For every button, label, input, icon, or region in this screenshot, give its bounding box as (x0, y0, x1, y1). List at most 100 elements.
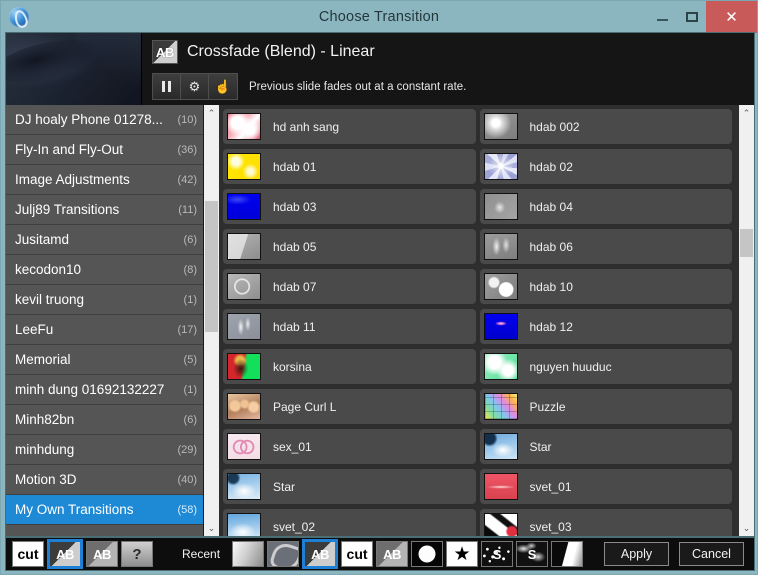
transition-item-inner[interactable]: hdab 03 (223, 189, 476, 224)
transition-label: svet_02 (273, 519, 316, 534)
category-count: (42) (177, 173, 197, 186)
transition-type-group: cut AB AB? (12, 539, 156, 569)
transition-item[interactable]: hdab 11 (223, 309, 480, 349)
grey-ribbon-thumbnail (227, 313, 261, 340)
transition-item-inner[interactable]: Star (223, 469, 476, 504)
toolbar-fade-button[interactable]: AB (86, 541, 118, 567)
toolbar-help-button[interactable]: ? (121, 541, 153, 567)
scrollbar-thumb[interactable] (740, 228, 753, 257)
category-item[interactable]: kecodon10 (8) (6, 255, 203, 285)
transition-label: Star (273, 479, 296, 494)
transition-item-inner[interactable]: hdab 01 (223, 149, 476, 184)
transition-item-inner[interactable]: hdab 02 (479, 149, 732, 184)
transition-item-inner[interactable]: hdab 10 (479, 269, 732, 304)
category-item[interactable]: My Own Transitions (58) (6, 495, 203, 525)
recent-gradient-button[interactable] (232, 541, 265, 567)
close-icon[interactable]: ✕ (706, 1, 757, 33)
recent-crossfade-button[interactable]: AB (302, 539, 339, 569)
transition-item[interactable]: hdab 02 (479, 149, 737, 189)
transition-item-inner[interactable]: hdab 04 (479, 189, 732, 224)
transition-item[interactable]: sex_01 (223, 429, 480, 469)
category-item[interactable]: LeeFu (17) (6, 315, 203, 345)
scroll-up-icon[interactable]: ⌃ (739, 105, 754, 121)
recent-fade-button[interactable]: AB (376, 541, 409, 567)
category-item[interactable]: minh dung 01692132227 (1) (6, 375, 203, 405)
transition-item-inner[interactable]: hd anh sang (223, 109, 476, 144)
transition-item-inner[interactable]: Page Curl L (223, 389, 476, 424)
category-item[interactable]: Minh82bn (6) (6, 405, 203, 435)
category-item[interactable]: Jusitamd (6) (6, 225, 203, 255)
transition-item-inner[interactable]: hdab 11 (223, 309, 476, 344)
transition-item[interactable]: hdab 03 (223, 189, 480, 229)
recent-blob-s-button[interactable]: S (516, 541, 549, 567)
transition-item-inner[interactable]: svet_02 (223, 509, 476, 536)
transition-item[interactable]: Puzzle (479, 389, 737, 429)
transition-item-inner[interactable]: hdab 07 (223, 269, 476, 304)
scroll-down-icon[interactable]: ⌄ (204, 520, 219, 536)
settings-gear-button[interactable]: ⚙ (181, 74, 209, 99)
transition-item[interactable]: hdab 01 (223, 149, 480, 189)
transition-item-inner[interactable]: hdab 06 (479, 229, 732, 264)
transition-item[interactable]: Page Curl L (223, 389, 480, 429)
category-item[interactable]: kevil truong (1) (6, 285, 203, 315)
recent-swirl-button[interactable] (267, 541, 300, 567)
toolbar-cut-button[interactable]: cut (12, 541, 44, 567)
category-list[interactable]: DJ hoaly Phone 01278... (10) Fly-In and Fl… (6, 105, 203, 536)
category-item[interactable]: minhdung (29) (6, 435, 203, 465)
recent-noise-s-button[interactable]: S (481, 541, 514, 567)
transition-item[interactable]: hd anh sang (223, 109, 480, 149)
category-item[interactable]: Fly-In and Fly-Out (36) (6, 135, 203, 165)
recent-circle-button[interactable] (411, 541, 444, 567)
pause-button[interactable] (153, 74, 181, 99)
transition-item[interactable]: hdab 04 (479, 189, 737, 229)
recent-cut-button[interactable]: cut (341, 541, 374, 567)
scrollbar-thumb[interactable] (205, 200, 218, 333)
category-item[interactable]: Memorial (5) (6, 345, 203, 375)
transition-item-inner[interactable]: sex_01 (223, 429, 476, 464)
category-item[interactable] (6, 525, 203, 536)
transition-scrollbar[interactable]: ⌃ ⌄ (739, 105, 754, 536)
transition-grid[interactable]: hd anh sang hdab 002 hdab 01 hdab 02 hdab 03… (223, 109, 736, 536)
transition-item[interactable]: Star (223, 469, 480, 509)
scroll-down-icon[interactable]: ⌄ (739, 520, 754, 536)
transition-item-inner[interactable]: nguyen huuduc (479, 349, 732, 384)
transition-item-inner[interactable]: hdab 05 (223, 229, 476, 264)
transition-item-inner[interactable]: hdab 12 (479, 309, 732, 344)
transition-preview[interactable] (6, 33, 142, 105)
transition-item-inner[interactable]: Star (479, 429, 732, 464)
maximize-button[interactable] (677, 1, 706, 33)
recent-star-button[interactable]: ★ (446, 541, 479, 567)
hand-pointer-button[interactable]: ☝ (209, 74, 237, 99)
transition-item-inner[interactable]: Puzzle (479, 389, 732, 424)
transition-item[interactable]: svet_02 (223, 509, 480, 536)
transition-name: Crossfade (Blend) - Linear (187, 43, 375, 60)
transition-item[interactable]: Star (479, 429, 737, 469)
category-item[interactable]: Julj89 Transitions (11) (6, 195, 203, 225)
transition-item[interactable]: korsina (223, 349, 480, 389)
transition-item-inner[interactable]: korsina (223, 349, 476, 384)
transition-item[interactable]: hdab 10 (479, 269, 737, 309)
transition-item[interactable]: hdab 002 (479, 109, 737, 149)
category-item[interactable]: Motion 3D (40) (6, 465, 203, 495)
minimize-button[interactable] (647, 1, 677, 33)
transition-item-inner[interactable]: svet_01 (479, 469, 732, 504)
transition-item[interactable]: hdab 12 (479, 309, 737, 349)
category-item[interactable]: Image Adjustments (42) (6, 165, 203, 195)
toolbar-crossfade-button[interactable]: AB (47, 539, 83, 569)
transition-item[interactable]: svet_03 (479, 509, 737, 536)
transition-item-inner[interactable]: svet_03 (479, 509, 732, 536)
category-scrollbar[interactable]: ⌃ ⌄ (204, 105, 219, 536)
transition-item[interactable]: hdab 06 (479, 229, 737, 269)
recent-wipe-button[interactable] (551, 541, 584, 567)
dialog-body: AB Crossfade (Blend) - Linear ⚙ ☝ Previo… (5, 32, 755, 537)
category-item[interactable]: DJ hoaly Phone 01278... (10) (6, 105, 203, 135)
transition-item[interactable]: hdab 05 (223, 229, 480, 269)
transition-item-inner[interactable]: hdab 002 (479, 109, 732, 144)
transition-item[interactable]: hdab 07 (223, 269, 480, 309)
category-label: Fly-In and Fly-Out (15, 142, 124, 157)
cancel-button[interactable]: Cancel (679, 542, 744, 566)
transition-item[interactable]: svet_01 (479, 469, 737, 509)
apply-button[interactable]: Apply (604, 542, 669, 566)
scroll-up-icon[interactable]: ⌃ (204, 105, 219, 121)
transition-item[interactable]: nguyen huuduc (479, 349, 737, 389)
